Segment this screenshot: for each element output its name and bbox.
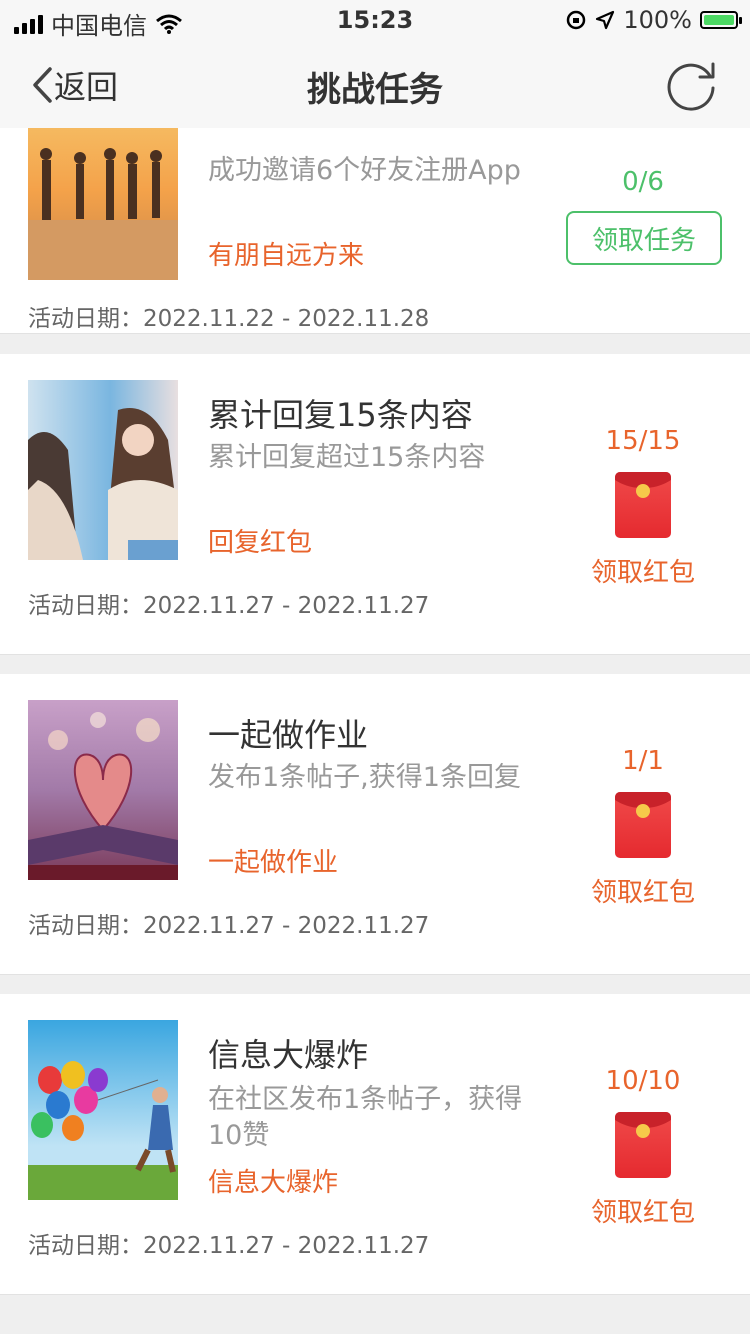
- date-label: 活动日期：: [28, 913, 143, 939]
- task-date: 活动日期：2022.11.22 - 2022.11.28: [28, 299, 429, 333]
- task-tag: 有朋自远方来: [208, 241, 365, 271]
- task-title: 累计回复15条内容: [208, 396, 473, 434]
- task-image-beach-friends: [28, 128, 178, 280]
- task-card: 一起做作业 发布1条帖子,获得1条回复 一起做作业 活动日期：2022.11.2…: [0, 674, 750, 975]
- task-card: 累计回复15条内容 累计回复超过15条内容 回复红包 活动日期：2022.11.…: [0, 354, 750, 655]
- date-label: 活动日期：: [28, 1233, 143, 1259]
- status-bar: 中国电信 15:23 100%: [0, 0, 750, 40]
- date-range: 2022.11.27 - 2022.11.27: [143, 913, 430, 939]
- task-list: 成功邀请6个好友注册App 有朋自远方来 活动日期：2022.11.22 - 2…: [0, 128, 750, 1334]
- task-progress: 15/15: [605, 426, 681, 456]
- claim-task-button[interactable]: 领取任务: [566, 211, 722, 265]
- date-label: 活动日期：: [28, 593, 143, 619]
- task-date: 活动日期：2022.11.27 - 2022.11.27: [28, 1226, 429, 1260]
- page-title: 挑战任务: [307, 70, 443, 110]
- task-progress: 10/10: [605, 1066, 681, 1096]
- claim-red-packet-button[interactable]: 领取红包: [568, 1192, 718, 1229]
- red-packet-icon[interactable]: [615, 1112, 671, 1178]
- red-packet-icon[interactable]: [615, 472, 671, 538]
- date-range: 2022.11.27 - 2022.11.27: [143, 593, 430, 619]
- task-progress: 0/6: [622, 167, 664, 197]
- claim-red-packet-button[interactable]: 领取红包: [568, 872, 718, 909]
- date-label: 活动日期：: [28, 306, 143, 332]
- task-description: 在社区发布1条帖子，获得10赞: [208, 1084, 523, 1151]
- claim-red-packet-button[interactable]: 领取红包: [568, 552, 718, 589]
- task-description: 累计回复超过15条内容: [208, 442, 486, 473]
- task-description: 发布1条帖子,获得1条回复: [208, 762, 521, 793]
- task-date: 活动日期：2022.11.27 - 2022.11.27: [28, 586, 429, 620]
- red-packet-icon[interactable]: [615, 792, 671, 858]
- battery-percent: 100%: [623, 6, 692, 34]
- task-tag: 一起做作业: [208, 848, 339, 878]
- location-icon: [596, 10, 615, 30]
- task-tag: 信息大爆炸: [208, 1168, 339, 1198]
- battery-icon: [700, 11, 742, 29]
- task-image-book-heart: [28, 700, 178, 880]
- task-date: 活动日期：2022.11.27 - 2022.11.27: [28, 906, 429, 940]
- orientation-lock-icon: [567, 10, 586, 30]
- task-card: 成功邀请6个好友注册App 有朋自远方来 活动日期：2022.11.22 - 2…: [0, 128, 750, 334]
- task-title: 一起做作业: [208, 716, 369, 754]
- task-card: 信息大爆炸 在社区发布1条帖子，获得10赞 信息大爆炸 活动日期：2022.11…: [0, 994, 750, 1295]
- nav-bar: 返回 挑战任务: [0, 40, 750, 128]
- task-description: 成功邀请6个好友注册App: [208, 155, 521, 186]
- date-range: 2022.11.22 - 2022.11.28: [143, 306, 430, 332]
- task-image-two-girls: [28, 380, 178, 560]
- task-progress: 1/1: [622, 746, 664, 776]
- date-range: 2022.11.27 - 2022.11.27: [143, 1233, 430, 1259]
- task-tag: 回复红包: [208, 528, 313, 558]
- task-image-balloons-child: [28, 1020, 178, 1200]
- task-title: 信息大爆炸: [208, 1036, 369, 1074]
- refresh-icon[interactable]: [662, 56, 720, 114]
- status-right: 100%: [565, 6, 742, 34]
